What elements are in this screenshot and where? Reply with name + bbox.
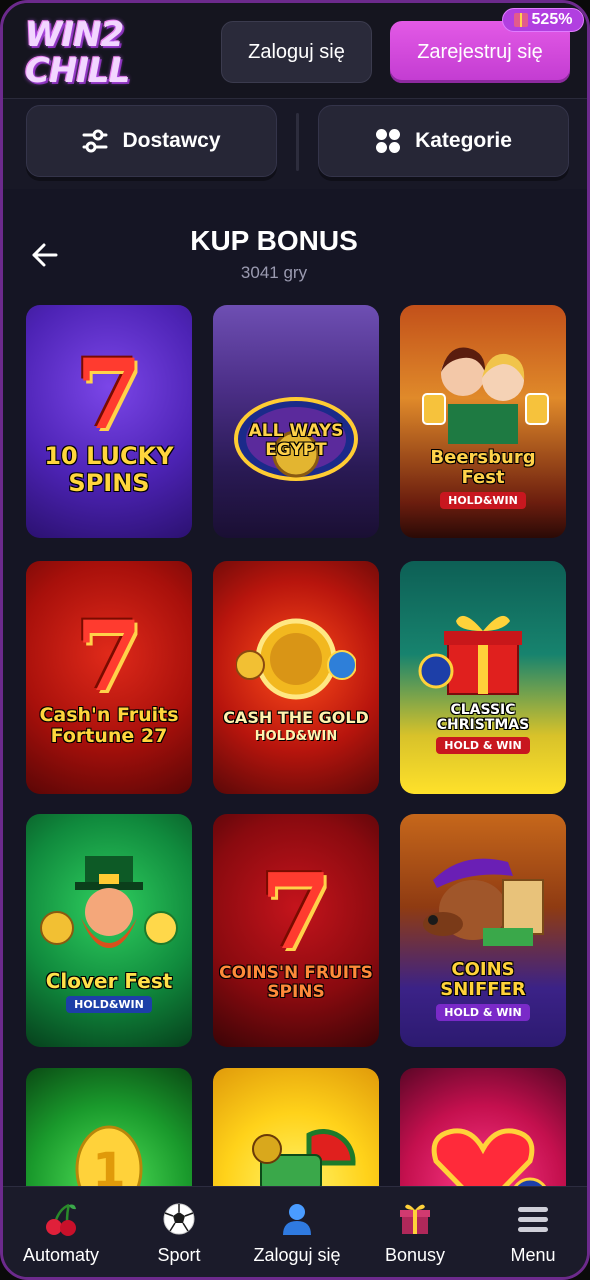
game-title: CLASSIC CHRISTMAS [436, 701, 530, 733]
game-tile-coins-sniffer[interactable]: COINS SNIFFER HOLD & WIN [400, 814, 566, 1047]
nav-item-automaty[interactable]: Automaty [3, 1187, 119, 1277]
header: WIN2 CHILL Zaloguj się Zarejestruj się 5… [3, 3, 587, 99]
game-title: Cash'n Fruits Fortune 27 [39, 703, 179, 747]
login-button[interactable]: Zaloguj się [221, 21, 372, 83]
game-tile-10-lucky-spins[interactable]: 7 10 LUCKY SPINS [26, 305, 192, 538]
page-title: KUP BONUS [190, 225, 358, 256]
promo-badge[interactable]: 525% [502, 8, 584, 32]
seven-symbol: 7 [75, 338, 143, 452]
nav-item-bonusy[interactable]: Bonusy [357, 1187, 473, 1277]
nav-label: Automaty [22, 1245, 100, 1265]
seven-symbol: 7 [75, 599, 143, 713]
nav-label: Zaloguj się [253, 1245, 341, 1265]
game-title: Beersburg Fest [430, 447, 536, 488]
logo-line-1: WIN2 [25, 15, 124, 55]
grid-dots-icon [376, 129, 401, 153]
game-tile-cashn-fruits-fortune-27[interactable]: 7 Cash'n Fruits Fortune 27 [26, 561, 192, 794]
nav-item-menu[interactable]: Menu [475, 1187, 587, 1277]
filter-bar: Dostawcy Kategorie [3, 99, 587, 189]
nav-item-login[interactable]: Zaloguj się [239, 1187, 355, 1277]
sliders-icon [82, 129, 108, 153]
game-title: COINS'N FRUITS SPINS [219, 962, 373, 1002]
nav-label: Menu [510, 1245, 556, 1265]
nav-label: Sport [157, 1245, 201, 1265]
game-title: ALL WAYS EGYPT [248, 420, 344, 460]
game-subtitle: HOLD&WIN [66, 996, 152, 1013]
categories-button[interactable]: Kategorie [318, 105, 569, 177]
gift-icon [400, 1204, 430, 1234]
user-icon [283, 1204, 311, 1235]
game-tile-cash-the-gold[interactable]: CASH THE GOLD HOLD&WIN [213, 561, 379, 794]
leprechaun-illustration [40, 856, 178, 948]
game-count: 3041 gry [240, 263, 308, 282]
game-subtitle: HOLD & WIN [436, 737, 530, 755]
nav-item-sport[interactable]: Sport [121, 1187, 237, 1277]
bottom-navigation: Automaty Sport Zaloguj się Bonusy Menu [3, 1186, 587, 1277]
game-tile-all-ways-egypt[interactable]: ALL WAYS EGYPT [213, 305, 379, 538]
game-title: Clover Fest [45, 969, 173, 993]
game-subtitle: HOLD&WIN [254, 728, 338, 744]
beer-maidens-illustration [422, 347, 549, 445]
cherries-icon [46, 1203, 76, 1236]
dog-illustration [423, 858, 544, 947]
filter-divider [296, 113, 299, 171]
game-subtitle: HOLD&WIN [440, 491, 526, 509]
game-title: CASH THE GOLD [223, 708, 369, 728]
menu-icon [518, 1207, 548, 1232]
promo-badge-label: 525% [531, 11, 573, 28]
soccer-ball-icon [163, 1203, 195, 1235]
providers-button[interactable]: Dostawcy [26, 105, 277, 177]
main-content: KUP BONUS 3041 gry 7 10 LUCKY SPINS ALL … [3, 189, 587, 1277]
game-title: COINS SNIFFER [440, 959, 526, 1000]
game-subtitle: HOLD & WIN [436, 1003, 530, 1021]
phone-frame: WIN2 CHILL Zaloguj się Zarejestruj się 5… [0, 0, 590, 1280]
providers-label: Dostawcy [122, 129, 221, 152]
game-title: 10 LUCKY SPINS [44, 442, 174, 497]
gift-icon [513, 13, 528, 27]
categories-label: Kategorie [415, 129, 512, 152]
logo-line-2: CHILL [25, 51, 130, 91]
win2chill-logo[interactable]: WIN2 CHILL [23, 15, 153, 91]
game-tile-clover-fest[interactable]: Clover Fest HOLD&WIN [26, 814, 192, 1047]
seven-symbol: 7 [259, 849, 333, 973]
game-tile-classic-christmas[interactable]: CLASSIC CHRISTMAS HOLD & WIN [400, 561, 566, 794]
gold-coin-icon [236, 618, 356, 700]
game-tile-coinsn-fruits-spins[interactable]: 7 COINS'N FRUITS SPINS [213, 814, 379, 1047]
game-tile-beersburg-fest[interactable]: Beersburg Fest HOLD&WIN [400, 305, 566, 538]
nav-label: Bonusy [384, 1245, 446, 1265]
gift-box-illustration [418, 615, 522, 695]
